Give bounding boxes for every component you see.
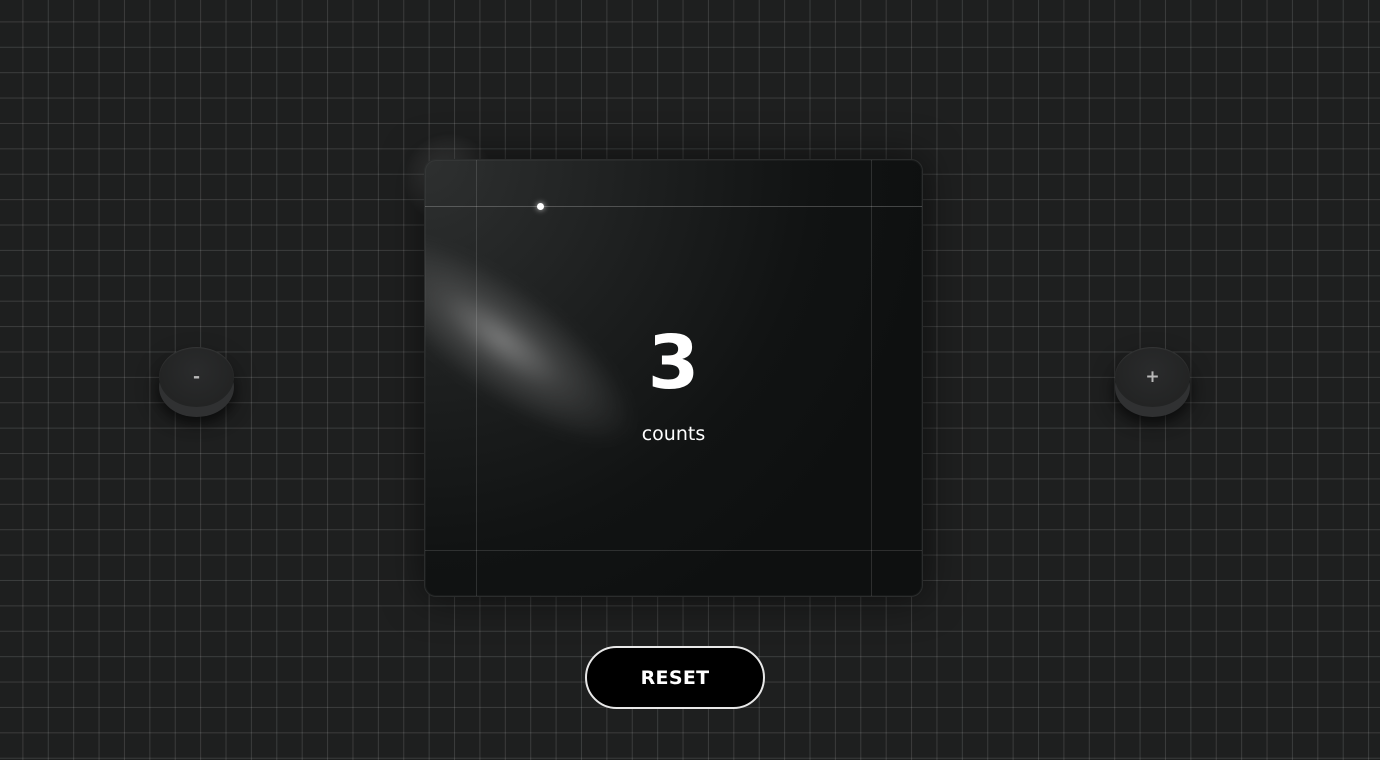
minus-icon: - [192,367,201,387]
reset-button[interactable]: RESET [585,646,765,709]
guide-dot [537,203,544,210]
decrement-button[interactable]: - [159,347,234,417]
plus-icon: + [1145,367,1160,387]
card-guide-line-top [425,206,922,207]
reset-button-label: RESET [640,666,710,689]
card-guide-line-bottom [425,550,922,551]
count-unit-label: counts [641,423,706,445]
counter-card: 3 counts [424,159,923,597]
count-value: 3 [647,320,700,406]
increment-button-cap[interactable]: + [1115,347,1190,407]
increment-button[interactable]: + [1115,347,1190,417]
decrement-button-cap[interactable]: - [159,347,234,407]
